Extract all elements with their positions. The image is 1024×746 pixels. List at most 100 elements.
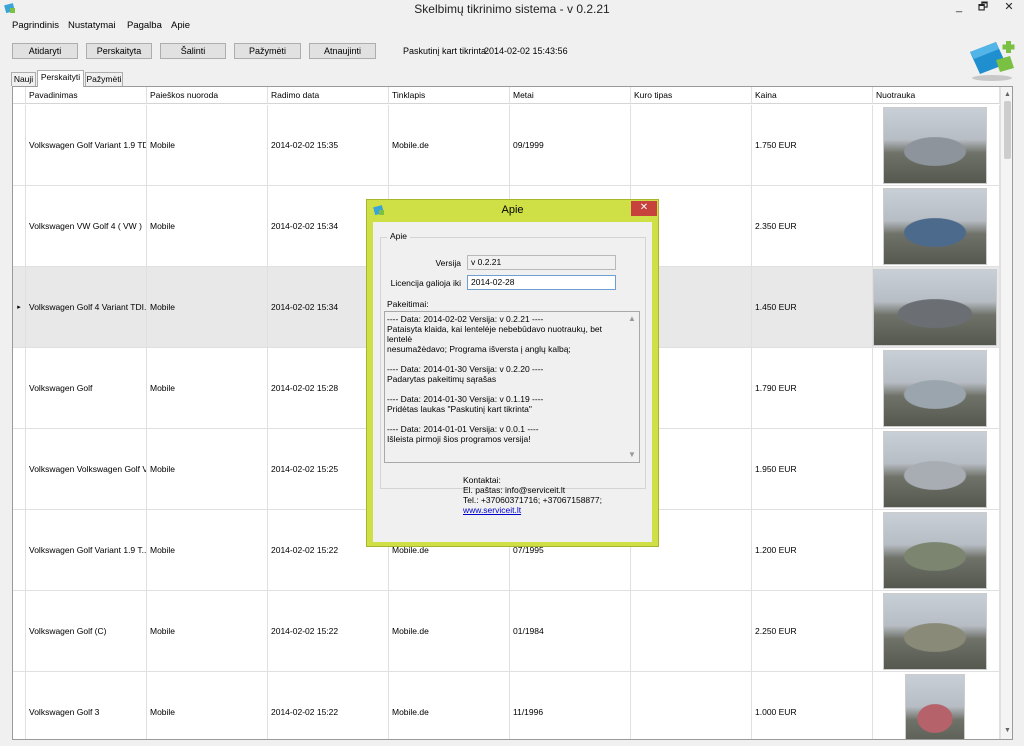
scroll-down-arrow-icon[interactable]: ▼ xyxy=(625,450,639,460)
maximize-button[interactable]: 🗗 xyxy=(970,0,996,17)
change-log-line: Pataisyta klaida, kai lentelėje nebebūda… xyxy=(387,324,603,344)
cell-found-date[interactable]: 2014-02-02 15:35 xyxy=(268,105,389,186)
changes-scrollbar[interactable]: ▲ ▼ xyxy=(625,312,639,462)
car-photo xyxy=(883,431,987,508)
car-photo xyxy=(883,593,987,670)
change-log-line xyxy=(387,354,621,364)
change-log-line: ---- Data: 2014-01-01 Versija: v 0.0.1 -… xyxy=(387,424,539,434)
minimize-button[interactable]: _ xyxy=(946,0,972,17)
cell-website[interactable]: Mobile.de xyxy=(389,591,510,672)
cell-found-date[interactable]: 2014-02-02 15:22 xyxy=(268,591,389,672)
mark-read-button[interactable]: Perskaityta xyxy=(86,43,152,59)
table-scrollbar[interactable]: ▲ ▼ xyxy=(1000,87,1012,739)
close-window-button[interactable]: ✕ xyxy=(996,0,1022,17)
dialog-close-button[interactable]: ✕ xyxy=(631,201,657,216)
change-log-line xyxy=(387,414,621,424)
change-log-line: ---- Data: 2014-01-30 Versija: v 0.2.20 … xyxy=(387,364,544,374)
cell-search-link[interactable]: Mobile xyxy=(147,510,268,591)
contact-email: El. paštas: info@serviceit.lt xyxy=(463,485,566,495)
tab-read[interactable]: Perskaityti xyxy=(37,70,84,87)
cell-name[interactable]: Volkswagen Volkswagen Golf V... xyxy=(26,429,147,510)
menu-apie[interactable]: Apie xyxy=(171,20,190,31)
row-selector[interactable] xyxy=(13,348,26,429)
cell-search-link[interactable]: Mobile xyxy=(147,348,268,429)
column-header[interactable]: Metai xyxy=(510,87,631,104)
cell-price[interactable]: 1.200 EUR xyxy=(752,510,873,591)
cell-price[interactable]: 1.750 EUR xyxy=(752,105,873,186)
column-header[interactable]: Kuro tipas xyxy=(631,87,752,104)
cell-price[interactable]: 1.790 EUR xyxy=(752,348,873,429)
menu-nustatymai[interactable]: Nustatymai xyxy=(68,20,116,31)
cell-search-link[interactable]: Mobile xyxy=(147,672,268,739)
cell-name[interactable]: Volkswagen Golf Variant 1.9 T... xyxy=(26,510,147,591)
cell-search-link[interactable]: Mobile xyxy=(147,186,268,267)
scroll-thumb[interactable] xyxy=(1004,101,1011,159)
column-header[interactable]: Paieškos nuoroda xyxy=(147,87,268,104)
cell-price[interactable]: 2.250 EUR xyxy=(752,591,873,672)
cell-website[interactable]: Mobile.de xyxy=(389,105,510,186)
scroll-up-arrow-icon[interactable]: ▲ xyxy=(625,314,639,324)
cell-found-date[interactable]: 2014-02-02 15:22 xyxy=(268,672,389,739)
row-selector[interactable] xyxy=(13,672,26,739)
cell-name[interactable]: Volkswagen VW Golf 4 ( VW ) xyxy=(26,186,147,267)
cell-fuel-type[interactable] xyxy=(631,672,752,739)
cell-name[interactable]: Volkswagen Golf 4 Variant TDI... xyxy=(26,267,147,348)
row-selector[interactable] xyxy=(13,186,26,267)
last-check-value: 2014-02-02 15:43:56 xyxy=(484,46,568,56)
website-link[interactable]: www.serviceit.lt xyxy=(463,505,521,515)
cell-price[interactable]: 2.350 EUR xyxy=(752,186,873,267)
delete-button[interactable]: Šalinti xyxy=(160,43,226,59)
column-header[interactable]: Kaina xyxy=(752,87,873,104)
row-selector[interactable] xyxy=(13,105,26,186)
table-header: Pavadinimas Paieškos nuoroda Radimo data… xyxy=(13,87,1000,104)
open-button[interactable]: Atidaryti xyxy=(12,43,78,59)
current-row-indicator-icon[interactable]: ▸ xyxy=(13,267,26,348)
version-field: v 0.2.21 xyxy=(467,255,616,270)
cell-year[interactable]: 09/1999 xyxy=(510,105,631,186)
scroll-down-arrow-icon[interactable]: ▼ xyxy=(1001,725,1012,737)
dialog-title: Apie xyxy=(501,204,524,216)
table-row[interactable]: Volkswagen Golf 3 Mobile 2014-02-02 15:22 M… xyxy=(13,672,1000,739)
cell-search-link[interactable]: Mobile xyxy=(147,105,268,186)
cell-year[interactable]: 01/1984 xyxy=(510,591,631,672)
row-selector[interactable] xyxy=(13,429,26,510)
cell-fuel-type[interactable] xyxy=(631,591,752,672)
cell-name[interactable]: Volkswagen Golf Variant 1.9 TDI xyxy=(26,105,147,186)
changes-label: Pakeitimai: xyxy=(387,299,429,309)
cell-search-link[interactable]: Mobile xyxy=(147,429,268,510)
cell-price[interactable]: 1.450 EUR xyxy=(752,267,873,348)
cell-website[interactable]: Mobile.de xyxy=(389,672,510,739)
cell-name[interactable]: Volkswagen Golf 3 xyxy=(26,672,147,739)
table-row[interactable]: Volkswagen Golf (C) Mobile 2014-02-02 15:2… xyxy=(13,591,1000,672)
menu-pagalba[interactable]: Pagalba xyxy=(127,20,162,31)
cell-price[interactable]: 1.950 EUR xyxy=(752,429,873,510)
refresh-button[interactable]: Atnaujinti xyxy=(309,43,376,59)
column-header[interactable]: Radimo data xyxy=(268,87,389,104)
row-selector[interactable] xyxy=(13,510,26,591)
brand-logo-icon xyxy=(970,41,1015,81)
menu-pagrindinis[interactable]: Pagrindinis xyxy=(12,20,59,31)
tab-marked[interactable]: Pažymėti xyxy=(85,72,123,86)
car-photo xyxy=(883,107,987,184)
cell-search-link[interactable]: Mobile xyxy=(147,267,268,348)
table-row[interactable]: Volkswagen Golf Variant 1.9 TDI Mobile 201… xyxy=(13,105,1000,186)
cell-fuel-type[interactable] xyxy=(631,105,752,186)
column-header[interactable]: Pavadinimas xyxy=(26,87,147,104)
window-title: Skelbimų tikrinimo sistema - v 0.2.21 xyxy=(414,2,610,16)
cell-year[interactable]: 11/1996 xyxy=(510,672,631,739)
cell-price[interactable]: 1.000 EUR xyxy=(752,672,873,739)
dialog-body: Apie Versija v 0.2.21 Licencija galioja … xyxy=(373,222,652,542)
row-selector[interactable] xyxy=(13,591,26,672)
mark-button[interactable]: Pažymėti xyxy=(234,43,301,59)
cell-search-link[interactable]: Mobile xyxy=(147,591,268,672)
cell-name[interactable]: Volkswagen Golf xyxy=(26,348,147,429)
column-header[interactable]: Nuotrauka xyxy=(873,87,1000,104)
cell-name[interactable]: Volkswagen Golf (C) xyxy=(26,591,147,672)
car-photo xyxy=(883,188,987,265)
license-field[interactable]: 2014-02-28 xyxy=(467,275,616,290)
tab-new[interactable]: Nauji xyxy=(11,72,36,86)
version-label: Versija xyxy=(435,258,461,268)
scroll-up-arrow-icon[interactable]: ▲ xyxy=(1001,89,1012,101)
column-header[interactable]: Tinklapis xyxy=(389,87,510,104)
changes-textbox[interactable]: ---- Data: 2014-02-02 Versija: v 0.2.21 … xyxy=(384,311,640,463)
